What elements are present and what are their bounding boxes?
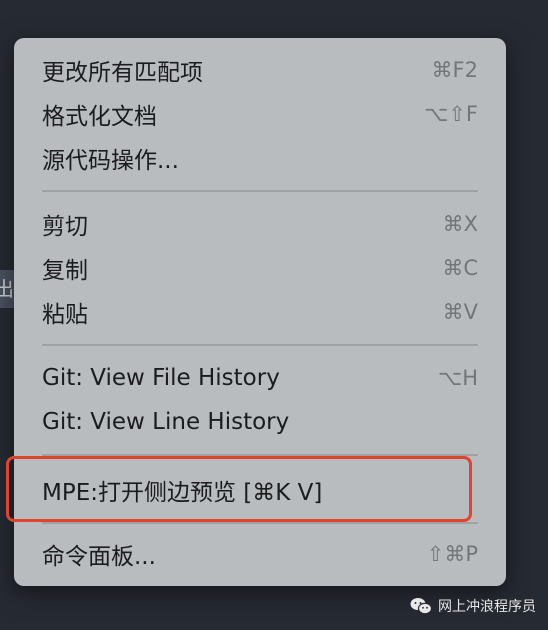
menu-separator [42,344,478,346]
menu-item-label: 格式化文档 [42,104,157,130]
menu-separator [42,522,478,524]
menu-separator [42,454,478,456]
menu-item-label: MPE:打开侧边预览 [⌘K V] [42,480,323,506]
menu-item-git-view-file-history[interactable]: Git: View File History ⌥H [42,356,478,400]
menu-item-change-all-occurrences[interactable]: 更改所有匹配项 ⌘F2 [42,48,478,92]
menu-item-label: 粘贴 [42,302,88,328]
menu-item-label: 源代码操作... [42,148,179,174]
menu-item-label: Git: View Line History [42,409,290,435]
menu-item-paste[interactable]: 粘贴 ⌘V [42,290,478,334]
menu-item-shortcut: ⌥H [438,366,478,390]
menu-item-command-palette[interactable]: 命令面板... ⇧⌘P [42,532,478,576]
context-menu: 更改所有匹配项 ⌘F2 格式化文档 ⌥⇧F 源代码操作... 剪切 ⌘X 复制 … [14,38,506,586]
menu-item-format-document[interactable]: 格式化文档 ⌥⇧F [42,92,478,136]
menu-separator [42,190,478,192]
watermark-text: 网上冲浪程序员 [438,599,536,615]
menu-item-label: 更改所有匹配项 [42,60,203,86]
menu-item-cut[interactable]: 剪切 ⌘X [42,202,478,246]
menu-item-shortcut: ⌘F2 [431,58,478,82]
menu-item-source-action[interactable]: 源代码操作... [42,136,478,180]
background-editor-char: 出 [0,277,14,301]
menu-item-label: 命令面板... [42,544,156,570]
menu-item-label: 剪切 [42,214,88,240]
menu-item-shortcut: ⌘C [442,256,478,280]
menu-item-label: Git: View File History [42,365,280,391]
menu-item-git-view-line-history[interactable]: Git: View Line History [42,400,478,444]
watermark: 网上冲浪程序员 [410,596,536,616]
menu-item-copy[interactable]: 复制 ⌘C [42,246,478,290]
menu-item-shortcut: ⌥⇧F [424,102,478,126]
menu-item-mpe-open-preview-to-side[interactable]: MPE:打开侧边预览 [⌘K V] [42,468,478,512]
menu-item-shortcut: ⌘X [442,212,478,236]
background-editor-text: 出 [0,270,14,308]
menu-item-label: 复制 [42,258,88,284]
menu-item-shortcut: ⌘V [442,300,478,324]
wechat-icon [410,597,432,615]
menu-item-shortcut: ⇧⌘P [426,542,478,566]
